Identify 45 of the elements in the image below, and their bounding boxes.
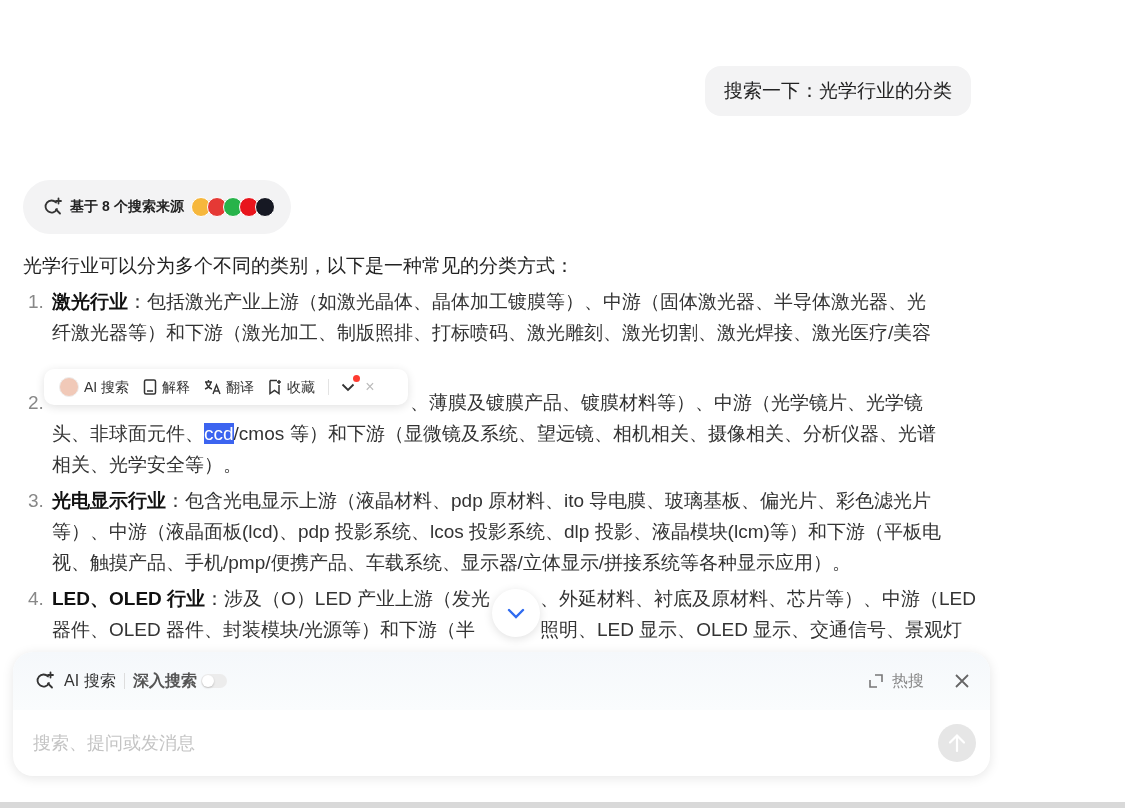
answer-text: 头、非球面元件、 (52, 423, 204, 444)
answer-text: 照明、LED 显示、OLED 显示、交通信号、景观灯 (540, 619, 963, 640)
ai-search-icon (35, 671, 55, 691)
toolbar-button[interactable]: 收藏 (261, 372, 323, 402)
close-icon (954, 673, 970, 689)
scroll-down-button[interactable] (492, 589, 540, 637)
answer-text: 器件、OLED 器件、封装模块/光源等）和下游（半 (52, 619, 476, 640)
user-message: 搜索一下：光学行业的分类 (705, 66, 971, 116)
chevron-down-icon (341, 382, 356, 392)
bookmark-icon (268, 379, 283, 395)
list-number: 2. (27, 391, 45, 415)
answer-text: 相关、光学安全等）。 (52, 454, 242, 475)
answer-text: 、薄膜及镀膜产品、镀膜材料等）、中游（光学镜片、光学镜 (410, 392, 923, 413)
answer-text: 视、触摸产品、手机/pmp/便携产品、车载系统、显示器/立体显示/拼接系统等各种显示应用）。 (52, 552, 852, 573)
answer-text: ：涉及（O）LED 产业上游（发光 (205, 588, 491, 609)
category-title: 光电显示行业 (52, 490, 166, 511)
selected-text: ccd (204, 423, 234, 444)
avatar-icon (59, 377, 79, 397)
answer-text: 等）、中游（液晶面板(lcd)、pdp 投影系统、lcos 投影系统、dlp 投影、液晶模块(lcm)等）和下游（平板电 (52, 521, 941, 542)
expand-icon (869, 674, 883, 688)
answer-text: 纤激光器等）和下游（激光加工、制版照排、打标喷码、激光雕刻、激光切割、激光焊接、激光医疗/美容 (52, 322, 932, 343)
chevron-down-icon (507, 607, 525, 619)
list-number: 3. (27, 489, 45, 513)
send-button[interactable] (938, 724, 976, 762)
arrow-up-icon (948, 733, 966, 753)
toolbar-button[interactable]: 解释 (136, 372, 198, 402)
document-icon (143, 379, 158, 395)
deep-search-toggle[interactable] (200, 674, 227, 688)
toolbar-button[interactable]: 翻译 (197, 372, 262, 402)
list-number: 1. (27, 290, 45, 314)
answer-text: ：包括激光产业上游（如激光晶体、晶体加工镀膜等）、中游（固体激光器、半导体激光器、光 (128, 291, 926, 312)
ai-search-mode[interactable]: AI 搜索 (35, 670, 116, 692)
answer-text: ：包含光电显示上游（液晶材料、pdp 原材料、ito 导电膜、玻璃基板、偏光片、彩色滤光片 (166, 490, 932, 511)
ai-search-icon (43, 197, 63, 217)
list-number: 4. (27, 587, 45, 611)
sources-chip[interactable]: 基于 8 个搜索来源 (23, 180, 291, 234)
intro-text: 光学行业可以分为多个不同的类别，以下是一种常见的分类方式： (23, 254, 575, 278)
toolbar-button[interactable]: AI 搜索 (52, 372, 137, 402)
category-title: 激光行业 (52, 291, 128, 312)
answer-text: 、外延材料、衬底及原材料、芯片等）、中游（LED (540, 588, 976, 609)
category-title: LED、OLED 行业 (52, 588, 206, 609)
deep-search-label: 深入搜索 (132, 670, 197, 691)
horizontal-scrollbar[interactable] (0, 802, 1125, 808)
hot-search-button[interactable]: 热搜 (863, 669, 930, 693)
translate-icon (204, 379, 222, 395)
